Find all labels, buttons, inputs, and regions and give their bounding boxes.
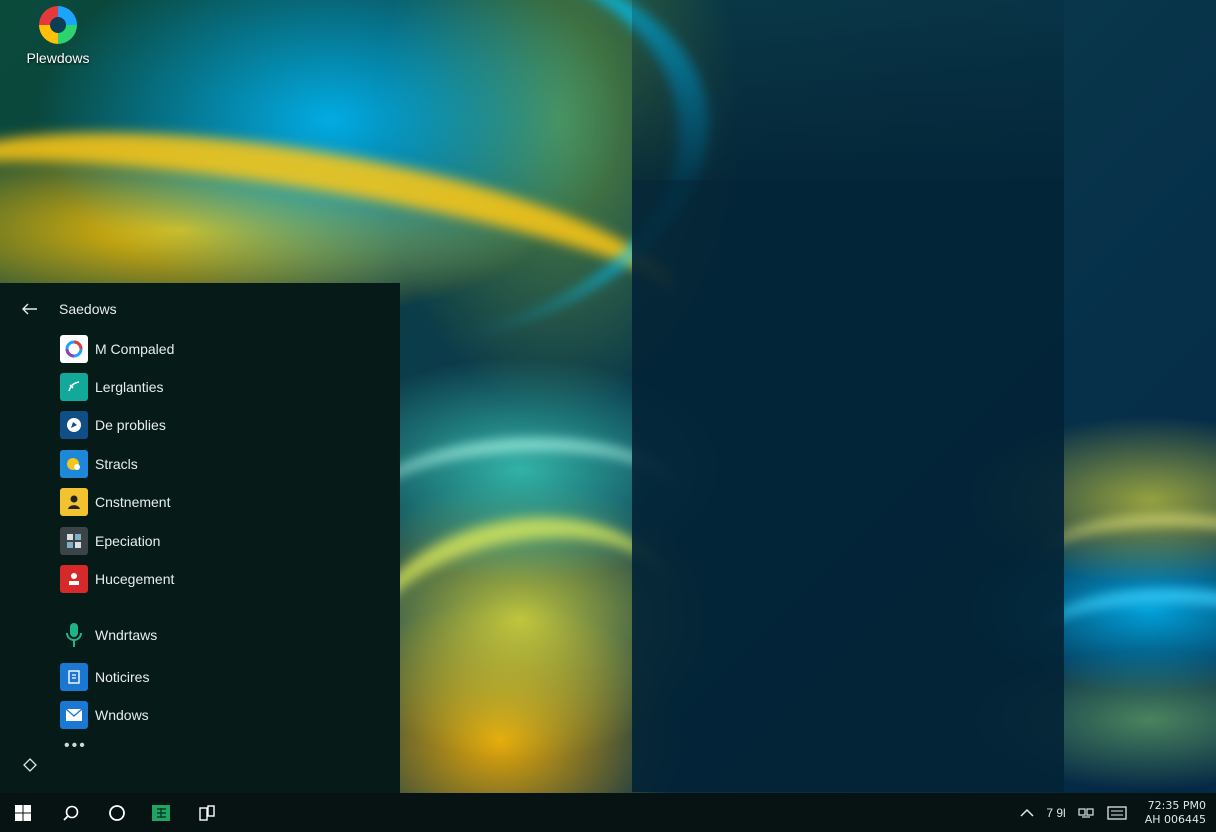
clock[interactable]: 72:35 PM0 AH 006445: [1136, 799, 1216, 827]
spreadsheet-app-button[interactable]: [138, 793, 184, 832]
navigation-icon: [60, 411, 88, 439]
browser-icon: [60, 335, 88, 363]
app-label: De problies: [95, 417, 166, 433]
system-tray: 7 9l 72:35 PM0 AH 006445: [1016, 793, 1216, 832]
app-item[interactable]: Hucegement: [60, 565, 360, 593]
app-item[interactable]: Stracls: [60, 450, 360, 478]
app-item[interactable]: Noticires: [60, 663, 360, 691]
cortana-icon: [109, 804, 125, 821]
user-alert-icon: [60, 565, 88, 593]
app-label: Epeciation: [95, 533, 161, 549]
start-icon: [15, 804, 31, 821]
phone-link-button[interactable]: [184, 793, 230, 832]
app-label: Wndows: [95, 707, 149, 723]
settings-diamond-icon[interactable]: [20, 755, 40, 775]
clock-time: 72:35 PM0: [1147, 798, 1206, 812]
app-item[interactable]: Wndows: [60, 701, 360, 729]
app-item[interactable]: Epeciation: [60, 527, 360, 555]
notification-icon[interactable]: [1098, 793, 1136, 832]
app-label: Lerglanties: [95, 379, 164, 395]
start-menu: Saedows M Compaled Lerglanties De probli…: [0, 283, 400, 793]
teal-app-icon: [60, 373, 88, 401]
app-label: Stracls: [95, 456, 138, 472]
person-icon: [60, 488, 88, 516]
desktop-shortcut[interactable]: Plewdows: [16, 6, 100, 66]
search-button[interactable]: [48, 793, 94, 832]
grid-app-icon: [60, 527, 88, 555]
app-item[interactable]: M Compaled: [60, 335, 360, 363]
app-item[interactable]: Cnstnement: [60, 488, 360, 516]
more-options-icon[interactable]: •••: [64, 737, 87, 755]
app-logo-icon: [39, 6, 77, 44]
app-item[interactable]: Lerglanties: [60, 373, 360, 401]
mail-icon: [60, 701, 88, 729]
back-arrow-icon[interactable]: [18, 297, 42, 321]
app-item[interactable]: De problies: [60, 411, 360, 439]
start-menu-title: Saedows: [59, 301, 117, 317]
wallpaper-streak: [1040, 515, 1216, 605]
app-label: Wndrtaws: [95, 627, 158, 643]
notes-icon: [60, 663, 88, 691]
app-item[interactable]: Wndrtaws: [60, 621, 360, 649]
cortana-button[interactable]: [94, 793, 140, 832]
network-icon[interactable]: [1074, 793, 1098, 832]
chevron-up-icon[interactable]: [1016, 793, 1038, 832]
maps-icon: [60, 450, 88, 478]
start-menu-header: Saedows: [18, 297, 117, 321]
taskbar: 7 9l 72:35 PM0 AH 006445: [0, 793, 1216, 832]
search-icon: [63, 805, 79, 821]
wallpaper-shadow: [632, 0, 1064, 180]
start-button[interactable]: [0, 793, 46, 832]
wallpaper-dark-panel: [632, 180, 1064, 792]
app-label: M Compaled: [95, 341, 175, 357]
app-label: Cnstnement: [95, 494, 171, 510]
spreadsheet-icon: [152, 804, 170, 821]
phone-link-icon: [199, 804, 215, 821]
clock-date: AH 006445: [1144, 812, 1206, 826]
microphone-icon: [60, 621, 88, 649]
app-label: Hucegement: [95, 571, 175, 587]
app-label: Noticires: [95, 669, 150, 685]
tray-text: 7 9l: [1046, 805, 1066, 820]
desktop-shortcut-label: Plewdows: [26, 50, 90, 66]
